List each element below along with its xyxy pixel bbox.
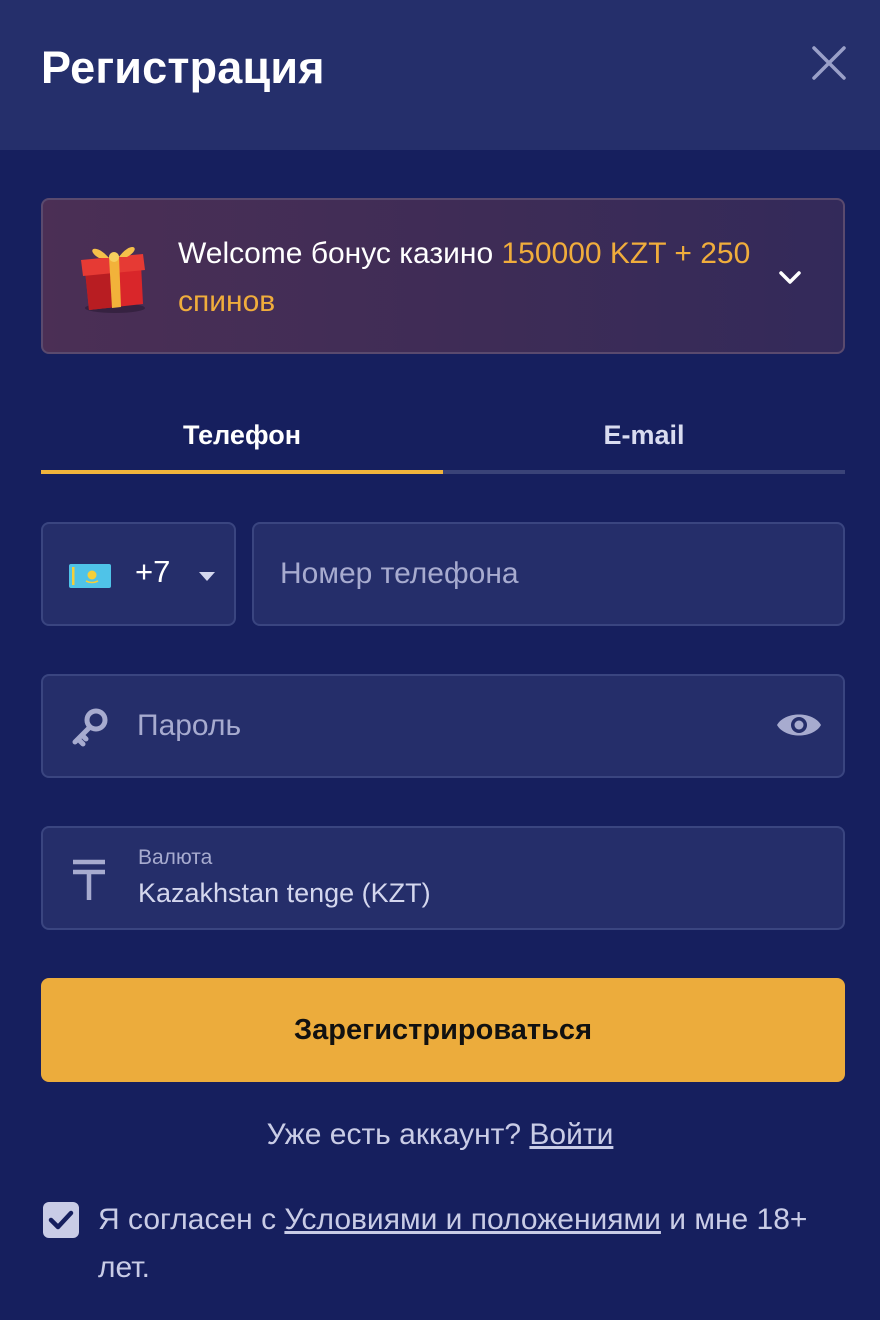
page-title: Регистрация bbox=[41, 42, 325, 93]
country-code-select[interactable]: +7 bbox=[41, 522, 236, 626]
welcome-bonus-banner[interactable]: Welcome бонус казино 150000 KZT + 250 сп… bbox=[41, 198, 845, 354]
tab-email[interactable]: E-mail bbox=[443, 400, 845, 474]
close-icon[interactable] bbox=[806, 40, 852, 86]
chevron-down-icon[interactable] bbox=[775, 262, 805, 292]
currency-select[interactable]: Валюта Kazakhstan tenge (KZT) bbox=[41, 826, 845, 930]
phone-input[interactable] bbox=[280, 552, 820, 596]
currency-label: Валюта bbox=[138, 846, 213, 869]
login-link[interactable]: Войти bbox=[529, 1118, 613, 1151]
registration-tabs: Телефон E-mail bbox=[41, 400, 845, 474]
tenge-icon bbox=[73, 859, 105, 900]
currency-value: Kazakhstan tenge (KZT) bbox=[138, 878, 431, 908]
password-field[interactable] bbox=[41, 674, 845, 778]
kazakhstan-flag-icon bbox=[69, 564, 111, 588]
eye-icon[interactable] bbox=[775, 708, 823, 742]
register-button[interactable]: Зарегистрироваться bbox=[41, 978, 845, 1082]
password-input[interactable] bbox=[137, 704, 737, 748]
caret-down-icon bbox=[199, 572, 215, 581]
login-prompt: Уже есть аккаунт? Войти bbox=[0, 1118, 880, 1152]
terms-checkbox[interactable] bbox=[43, 1202, 79, 1238]
phone-field[interactable] bbox=[252, 522, 845, 626]
bonus-text-main: Welcome бонус казино bbox=[178, 237, 502, 270]
tab-phone[interactable]: Телефон bbox=[41, 400, 443, 474]
login-prompt-text: Уже есть аккаунт? bbox=[266, 1118, 530, 1151]
bonus-text: Welcome бонус казино 150000 KZT + 250 сп… bbox=[178, 230, 768, 326]
terms-text-before: Я согласен с bbox=[98, 1203, 285, 1236]
gift-icon bbox=[81, 247, 145, 313]
key-icon bbox=[72, 708, 108, 747]
modal-header: Регистрация bbox=[0, 0, 880, 150]
terms-link[interactable]: Условиями и положениями bbox=[284, 1203, 661, 1236]
checkmark-icon bbox=[48, 1210, 74, 1230]
terms-text: Я согласен с Условиями и положениями и м… bbox=[98, 1196, 838, 1292]
country-code: +7 bbox=[135, 554, 171, 589]
